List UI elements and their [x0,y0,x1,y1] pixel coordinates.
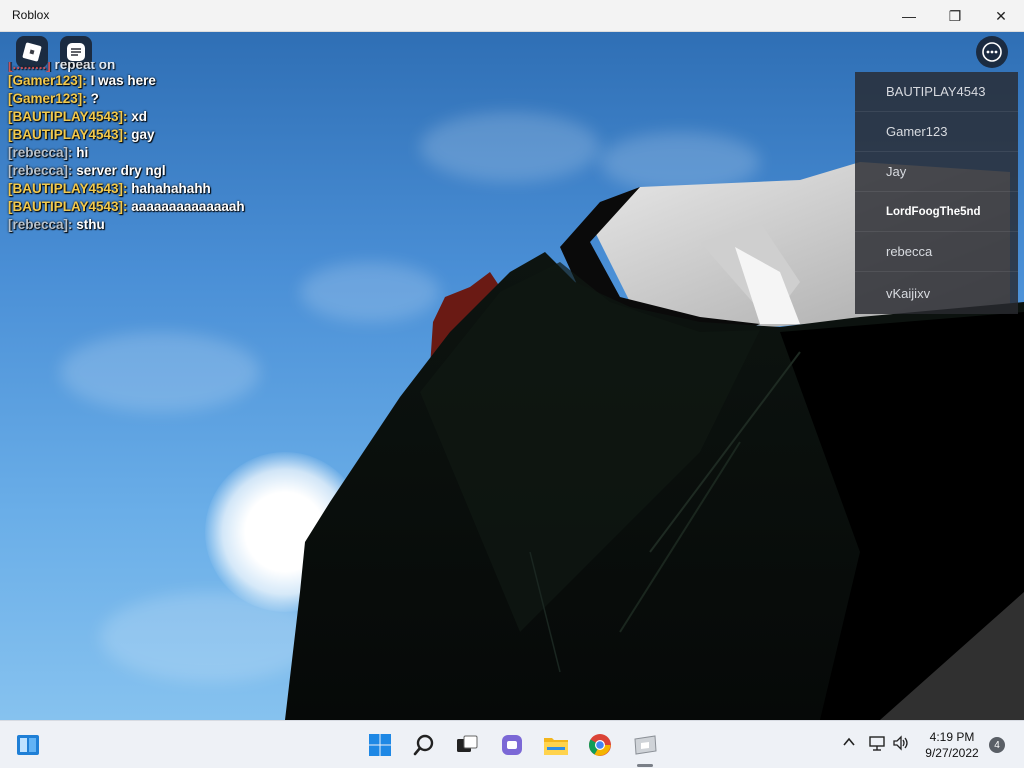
close-button[interactable]: ✕ [978,0,1024,32]
game-viewport[interactable]: [.........] repeat on [Gamer123]: I was … [0,32,1024,720]
player-name: BAUTIPLAY4543 [886,84,986,99]
chat-partial-name: [.........] [8,62,51,72]
chat-message-text: xd [131,109,148,124]
chat-log: [.........] repeat on [Gamer123]: I was … [8,62,428,234]
teams-chat-button[interactable] [496,729,528,761]
player-name: rebecca [886,244,933,259]
player-name: Jay [886,164,907,179]
system-clock[interactable]: 4:19 PM 9/27/2022 [916,729,988,761]
player-list-entry[interactable]: Gamer123 [855,112,1018,152]
taskbar: 4:19 PM 9/27/2022 4 [0,720,1024,768]
widgets-icon [17,735,39,755]
task-view-icon [457,735,478,752]
chat-message: [BAUTIPLAY4543]: aaaaaaaaaaaaaah [8,198,428,216]
roblox-taskbar-button[interactable] [629,729,661,761]
chat-message-partial: [.........] repeat on [8,62,428,72]
chat-message-text: sthu [76,217,105,232]
chat-message-text: server dry ngl [76,163,166,178]
chat-message: [rebecca]: server dry ngl [8,162,428,180]
chat-message-author[interactable]: [BAUTIPLAY4543]: [8,181,128,196]
maximize-button[interactable]: ❐ [932,0,978,32]
close-icon: ✕ [995,7,1007,24]
notification-badge[interactable]: 4 [989,737,1005,753]
clock-date: 9/27/2022 [925,746,979,760]
player-list-entry[interactable]: rebecca [855,232,1018,272]
chat-icon [67,43,85,61]
volume-button[interactable] [892,735,910,751]
widgets-button[interactable] [12,729,44,761]
chat-message: [BAUTIPLAY4543]: gay [8,126,428,144]
chat-message-author[interactable]: [Gamer123]: [8,73,87,88]
player-name: Gamer123 [886,124,948,139]
chat-message-text: I was here [90,73,156,88]
chrome-button[interactable] [584,729,616,761]
window-title: Roblox [12,8,50,22]
player-list-entry[interactable]: Jay [855,152,1018,192]
start-button[interactable] [364,729,396,761]
player-name: vKaijixv [886,285,931,301]
chat-message-author[interactable]: [BAUTIPLAY4543]: [8,127,128,142]
chat-message-text: aaaaaaaaaaaaaah [131,199,245,214]
clock-time: 4:19 PM [929,730,975,744]
player-list: BAUTIPLAY4543 Gamer123 Jay LordFoogThe5nd re… [855,72,1018,314]
chat-message-text: gay [131,127,155,142]
chrome-icon [589,734,611,756]
chat-message-text: hahahahahh [131,181,211,196]
search-button[interactable] [408,729,440,761]
player-name: LordFoogThe5nd [886,205,981,218]
minimize-button[interactable]: — [886,0,932,32]
chat-message-text: hi [76,145,89,160]
player-list-entry[interactable]: vKaijixv [855,272,1018,314]
player-list-entry[interactable]: LordFoogThe5nd [855,192,1018,232]
chat-message-author[interactable]: [rebecca]: [8,145,73,160]
chat-message-text: ? [90,91,99,106]
file-explorer-button[interactable] [540,729,572,761]
search-icon [413,734,434,756]
chat-message: [BAUTIPLAY4543]: xd [8,108,428,126]
chat-message: [rebecca]: sthu [8,216,428,234]
player-list-entry[interactable]: BAUTIPLAY4543 [855,72,1018,112]
network-button[interactable] [868,735,886,751]
chat-message-author[interactable]: [BAUTIPLAY4543]: [8,199,128,214]
roblox-taskbar-icon [634,735,657,755]
windows-start-icon [369,734,391,756]
chat-message: [rebecca]: hi [8,144,428,162]
chat-message-author[interactable]: [rebecca]: [8,163,73,178]
chat-message: [Gamer123]: I was here [8,72,428,90]
chat-message-author[interactable]: [BAUTIPLAY4543]: [8,109,128,124]
more-options-icon [982,42,1002,62]
chat-message-author[interactable]: [rebecca]: [8,217,73,232]
teams-chat-icon [502,735,522,755]
minimize-icon: — [902,8,916,24]
chevron-up-icon [843,737,855,746]
roblox-logo-icon [22,42,42,62]
window-titlebar: Roblox — ❐ ✕ [0,0,1024,32]
more-options-button[interactable] [976,36,1008,68]
chat-message-author[interactable]: [Gamer123]: [8,91,87,106]
chat-message: [Gamer123]: ? [8,90,428,108]
show-hidden-icons-button[interactable] [842,735,856,749]
maximize-icon: ❐ [948,7,962,24]
task-view-button[interactable] [451,729,483,761]
chat-message: [BAUTIPLAY4543]: hahahahahh [8,180,428,198]
volume-icon [893,735,908,751]
active-app-indicator [637,764,653,767]
network-icon [869,736,885,751]
chat-partial-text: repeat on [54,62,116,72]
file-explorer-icon [544,738,568,755]
